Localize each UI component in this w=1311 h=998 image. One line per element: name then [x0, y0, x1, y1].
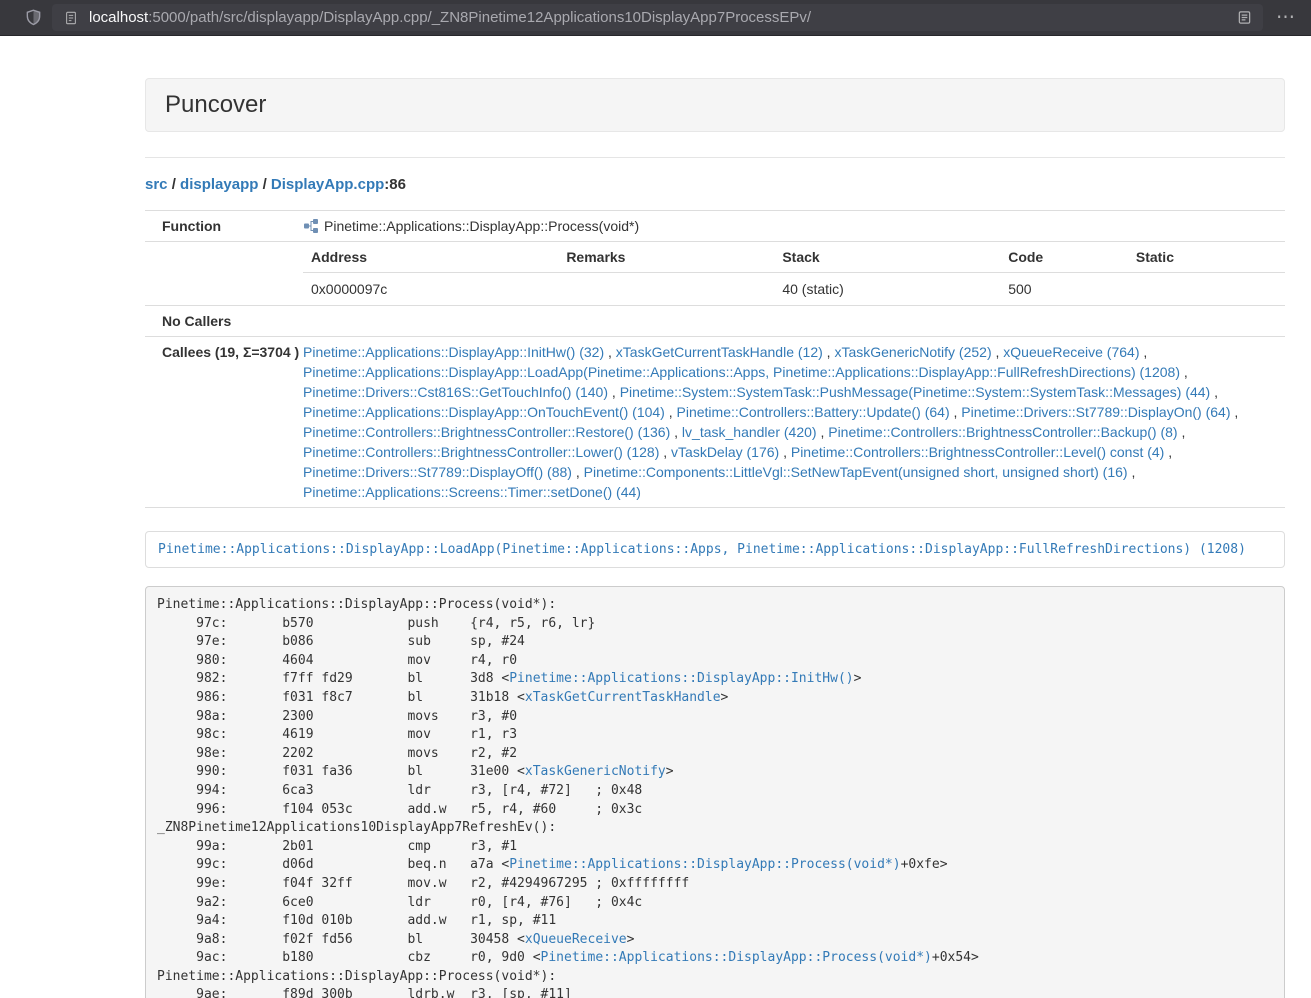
callee-link[interactable]: xQueueReceive (764) [1003, 344, 1139, 360]
no-callers-row: No Callers [145, 306, 1285, 337]
callees-list: Pinetime::Applications::DisplayApp::Init… [295, 337, 1285, 508]
function-name-cell: Pinetime::Applications::DisplayApp::Proc… [295, 211, 1285, 242]
callees-row: Callees (19, Σ=3704 ) Pinetime::Applicat… [145, 337, 1285, 508]
static-value [1128, 273, 1285, 306]
col-code: Code [1000, 242, 1128, 273]
callee-link[interactable]: xTaskGetCurrentTaskHandle (12) [616, 344, 823, 360]
callee-link[interactable]: Pinetime::Drivers::Cst816S::GetTouchInfo… [303, 384, 608, 400]
symbol-link[interactable]: Pinetime::Applications::DisplayApp::Proc… [541, 950, 932, 965]
breadcrumb-link[interactable]: src [145, 176, 168, 193]
address-row: Address Remarks Stack Code Static 0x0000… [145, 242, 1285, 306]
callee-link[interactable]: Pinetime::Applications::DisplayApp::Init… [303, 344, 604, 360]
symbol-link[interactable]: xQueueReceive [525, 932, 627, 947]
callee-link[interactable]: xTaskGenericNotify (252) [834, 344, 991, 360]
breadcrumb-link[interactable]: DisplayApp.cpp [271, 176, 384, 193]
browser-toolbar: localhost:5000/path/src/displayapp/Displ… [0, 0, 1311, 36]
page-title: Puncover [165, 91, 266, 118]
disassembly-code: Pinetime::Applications::DisplayApp::Proc… [145, 586, 1285, 998]
callee-link[interactable]: Pinetime::Applications::Screens::Timer::… [303, 484, 641, 500]
callee-link[interactable]: Pinetime::Drivers::St7789::DisplayOff() … [303, 464, 572, 480]
symbol-link[interactable]: xTaskGetCurrentTaskHandle [525, 690, 721, 705]
symbol-link[interactable]: xTaskGenericNotify [525, 764, 666, 779]
col-static: Static [1128, 242, 1285, 273]
url-text: localhost:5000/path/src/displayapp/Displ… [89, 9, 811, 26]
callee-link[interactable]: Pinetime::Applications::DisplayApp::OnTo… [303, 404, 665, 420]
function-row: Function Pinetime::Applications::Display… [145, 211, 1285, 242]
function-name: Pinetime::Applications::DisplayApp::Proc… [324, 218, 639, 234]
address-values-row: 0x0000097c 40 (static) 500 [303, 273, 1285, 306]
code-value: 500 [1000, 273, 1128, 306]
callee-link[interactable]: Pinetime::Controllers::BrightnessControl… [828, 424, 1177, 440]
url-host: localhost [89, 9, 148, 26]
selected-symbol-link[interactable]: Pinetime::Applications::DisplayApp::Load… [158, 542, 1246, 557]
col-stack: Stack [774, 242, 1000, 273]
callee-link[interactable]: Pinetime::Controllers::BrightnessControl… [791, 444, 1164, 460]
callee-link[interactable]: Pinetime::Controllers::BrightnessControl… [303, 444, 659, 460]
function-label: Function [145, 211, 295, 242]
address-value: 0x0000097c [303, 273, 558, 306]
overflow-menu-icon[interactable]: ⋯ [1273, 5, 1299, 31]
callee-link[interactable]: vTaskDelay (176) [671, 444, 779, 460]
url-path: :5000/path/src/displayapp/DisplayApp.cpp… [148, 9, 811, 26]
main-content: Puncover src / displayapp / DisplayApp.c… [145, 78, 1285, 998]
col-remarks: Remarks [558, 242, 774, 273]
reader-mode-icon[interactable] [1231, 5, 1257, 31]
function-icon [303, 218, 319, 234]
col-address: Address [303, 242, 558, 273]
breadcrumb-link[interactable]: displayapp [180, 176, 258, 193]
callee-link[interactable]: Pinetime::Controllers::BrightnessControl… [303, 424, 670, 440]
url-bar[interactable]: localhost:5000/path/src/displayapp/Displ… [52, 4, 1263, 31]
selected-symbol-box: Pinetime::Applications::DisplayApp::Load… [145, 531, 1285, 568]
address-table-header: Address Remarks Stack Code Static [303, 242, 1285, 273]
page-icon[interactable] [58, 5, 84, 31]
no-callers-label: No Callers [145, 306, 295, 337]
callees-label: Callees (19, Σ=3704 ) [145, 337, 295, 508]
address-table: Address Remarks Stack Code Static 0x0000… [303, 242, 1285, 305]
stack-value: 40 (static) [774, 273, 1000, 306]
app-header: Puncover [145, 78, 1285, 132]
callee-link[interactable]: Pinetime::Components::LittleVgl::SetNewT… [584, 464, 1128, 480]
shield-icon[interactable] [20, 5, 46, 31]
callee-link[interactable]: Pinetime::Applications::DisplayApp::Load… [303, 364, 1180, 380]
callee-link[interactable]: Pinetime::Drivers::St7789::DisplayOn() (… [961, 404, 1230, 420]
symbol-link[interactable]: Pinetime::Applications::DisplayApp::Proc… [509, 857, 900, 872]
callee-link[interactable]: Pinetime::Controllers::Battery::Update()… [677, 404, 950, 420]
divider [145, 157, 1285, 158]
symbol-link[interactable]: Pinetime::Applications::DisplayApp::Init… [509, 671, 853, 686]
function-table: Function Pinetime::Applications::Display… [145, 210, 1285, 508]
breadcrumb: src / displayapp / DisplayApp.cpp:86 [145, 176, 1285, 193]
remarks-value [558, 273, 774, 306]
callee-link[interactable]: Pinetime::System::SystemTask::PushMessag… [620, 384, 1211, 400]
callee-link[interactable]: lv_task_handler (420) [682, 424, 817, 440]
address-row-label [145, 242, 295, 306]
